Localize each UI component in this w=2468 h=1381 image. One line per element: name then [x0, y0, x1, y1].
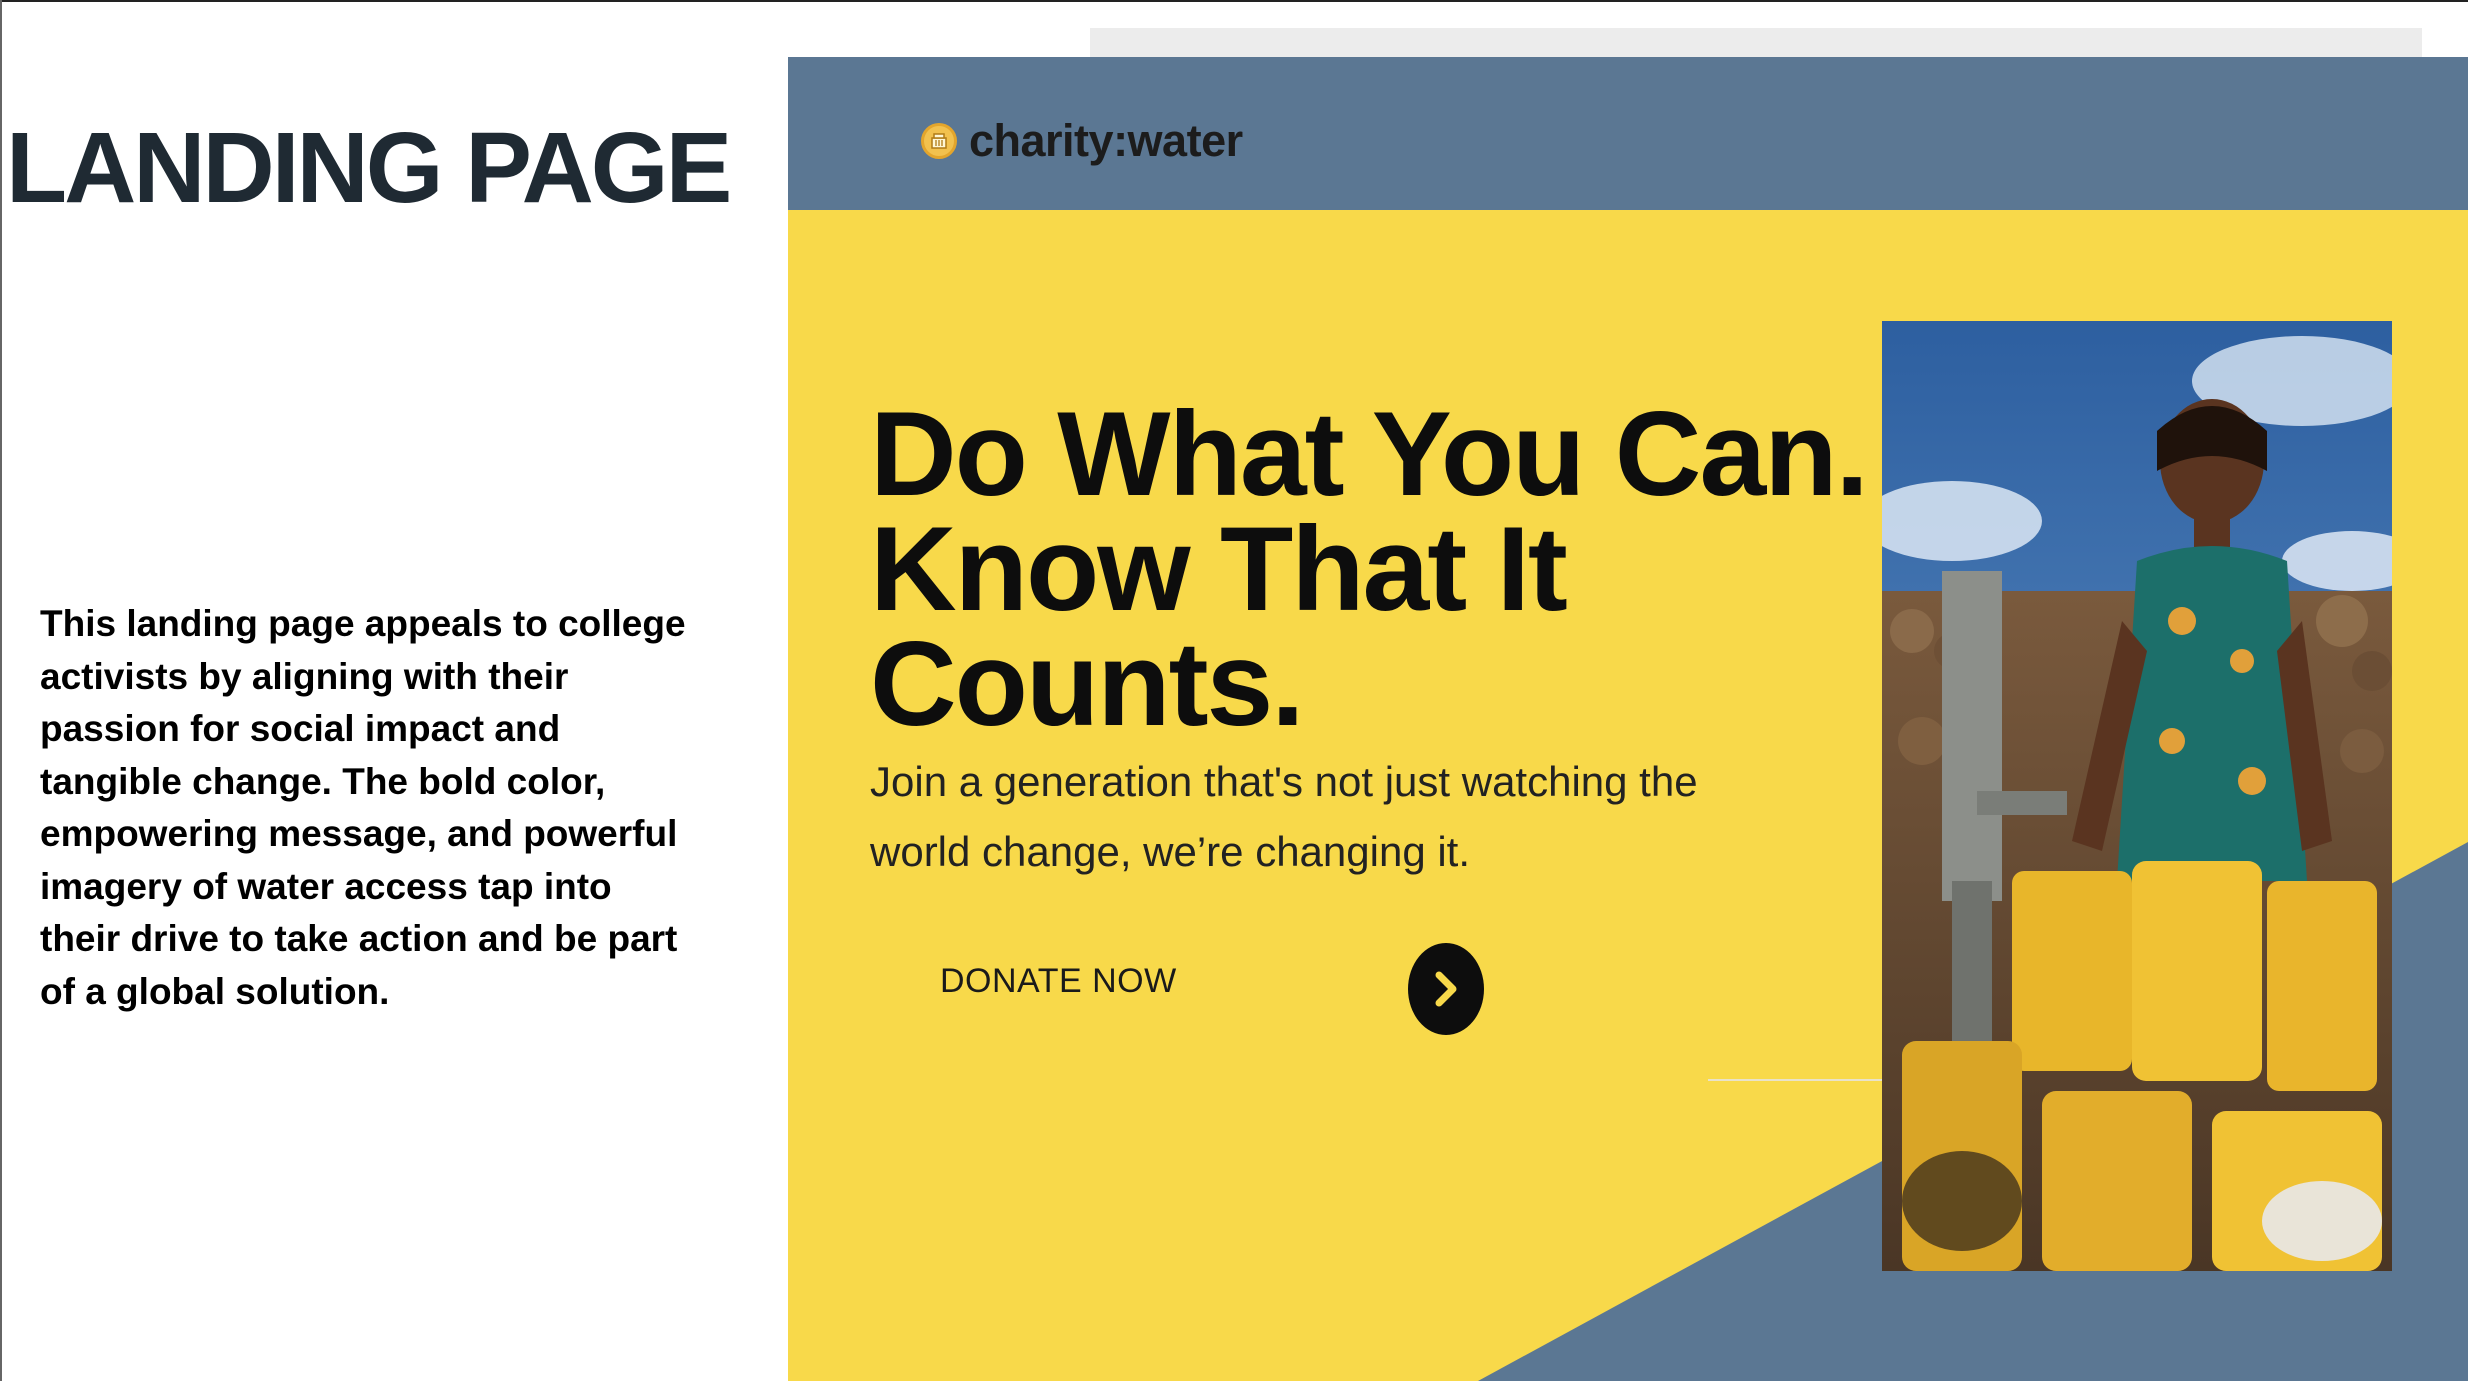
slide-left-border — [0, 0, 2, 1381]
hero-subheadline: Join a generation that's not just watchi… — [870, 747, 1730, 887]
hero-photo-girl-at-water-pump — [1882, 321, 2392, 1271]
landing-page-mockup: charity:water Do What You Can. Know That… — [788, 57, 2468, 1381]
hero-headline: Do What You Can. Know That It Counts. — [870, 387, 1870, 751]
headline-line-1: Do What You Can. — [870, 387, 1869, 521]
donate-now-button[interactable]: DONATE NOW — [940, 962, 1177, 1001]
chevron-right-icon[interactable] — [1408, 943, 1484, 1035]
mockup-top-strip — [1090, 28, 2422, 58]
slide-top-border — [0, 0, 2468, 2]
headline-line-2: Know That It — [870, 502, 1568, 636]
subhead-line-1: Join a generation that's not just watchi… — [870, 758, 1698, 805]
headline-line-3: Counts. — [870, 617, 1305, 751]
guide-line — [1708, 1079, 1908, 1081]
slide-description: This landing page appeals to college act… — [40, 603, 686, 1012]
subhead-line-2: world change, we’re changing it. — [870, 828, 1471, 875]
slide-title: LANDING PAGE — [6, 112, 732, 224]
